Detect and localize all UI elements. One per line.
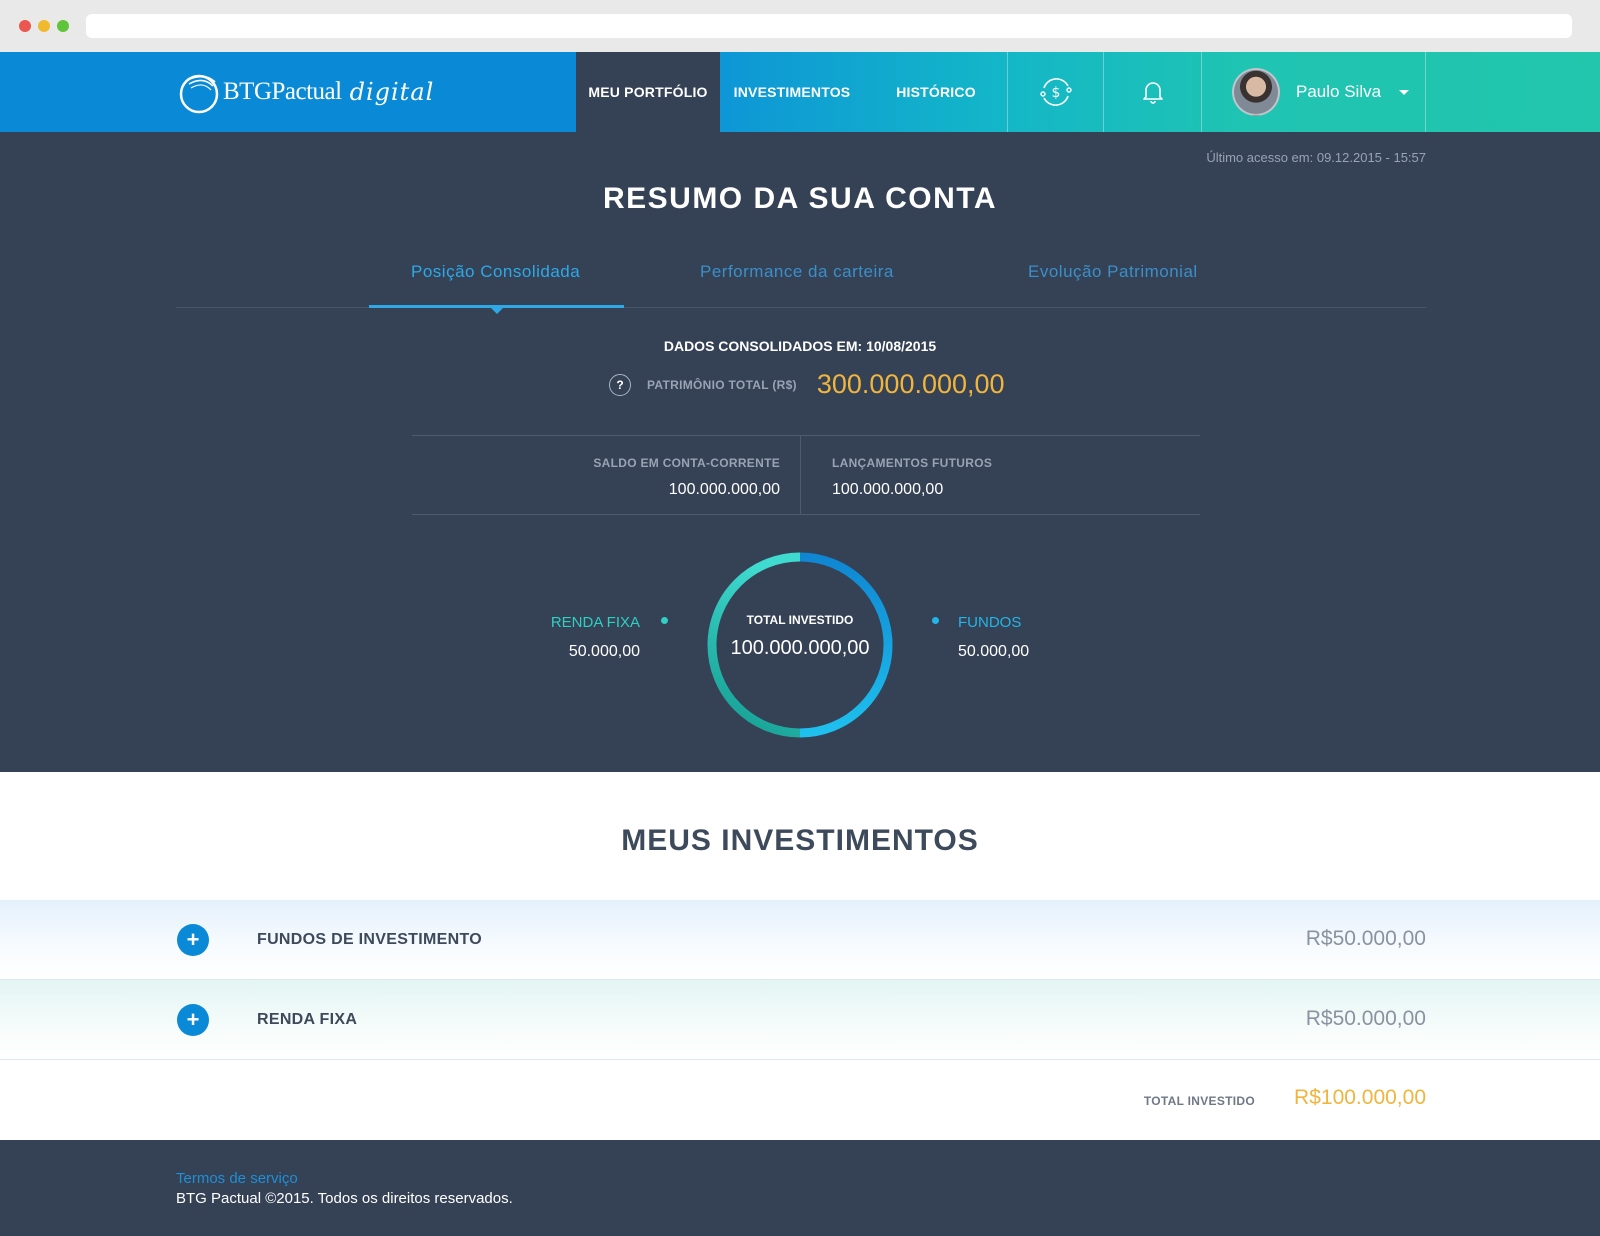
investment-row-renda-fixa[interactable]: + RENDA FIXA R$50.000,00	[0, 980, 1600, 1060]
patrimonio-total: ? PATRIMÔNIO TOTAL (R$) 300.000.000,00	[609, 369, 1005, 400]
legend-renda-fixa: RENDA FIXA 50.000,00	[551, 614, 640, 661]
bell-icon	[1142, 82, 1163, 104]
money-exchange-button[interactable]: $	[1007, 52, 1103, 132]
avatar	[1232, 68, 1280, 116]
account-summary: Último acesso em: 09.12.2015 - 15:57 RES…	[0, 132, 1600, 772]
balances-panel: SALDO EM CONTA-CORRENTE 100.000.000,00 L…	[412, 435, 1200, 515]
saldo-value: 100.000.000,00	[668, 481, 780, 498]
logo-text: BTGPactual	[223, 78, 342, 105]
donut-center-label: TOTAL INVESTIDO	[746, 613, 854, 627]
logo-mark-icon	[179, 74, 219, 114]
legend-fundos-value: 50.000,00	[958, 643, 1030, 660]
total-investido-label: TOTAL INVESTIDO	[1143, 1094, 1255, 1108]
saldo-conta-corrente: SALDO EM CONTA-CORRENTE 100.000.000,00	[593, 456, 780, 499]
footer: Termos de serviço BTG Pactual ©2015. Tod…	[0, 1140, 1600, 1236]
legend-renda-fixa-value: 50.000,00	[568, 643, 640, 660]
lancamentos-label: LANÇAMENTOS FUTUROS	[832, 456, 993, 470]
patrimonio-value: 300.000.000,00	[816, 369, 1005, 399]
help-icon[interactable]: ?	[609, 373, 631, 396]
donut-center-value: 100.000.000,00	[730, 637, 870, 659]
legend-renda-fixa-dot	[661, 617, 668, 624]
legend-renda-fixa-name: RENDA FIXA	[550, 614, 640, 631]
legend-fundos-dot	[932, 617, 939, 624]
logo-script: digital	[349, 78, 435, 106]
terms-link[interactable]: Termos de serviço	[176, 1170, 298, 1187]
patrimonio-label: PATRIMÔNIO TOTAL (R$)	[647, 377, 797, 392]
investment-name: FUNDOS DE INVESTIMENTO	[257, 931, 482, 948]
saldo-label: SALDO EM CONTA-CORRENTE	[593, 456, 780, 470]
page-title: RESUMO DA SUA CONTA	[602, 182, 998, 215]
money-exchange-icon: $	[1039, 78, 1072, 106]
minimize-window-button[interactable]	[38, 20, 50, 32]
notifications-button[interactable]	[1103, 52, 1201, 132]
maximize-window-button[interactable]	[57, 20, 69, 32]
user-name: Paulo Silva	[1296, 82, 1382, 101]
chevron-down-icon	[1399, 89, 1410, 95]
last-access: Último acesso em: 09.12.2015 - 15:57	[1206, 150, 1426, 165]
tabs-divider	[176, 307, 1426, 308]
tab-evolucao-patrimonial[interactable]: Evolução Patrimonial	[1028, 262, 1198, 282]
nav-meu-portfolio[interactable]: MEU PORTFÓLIO	[576, 52, 720, 132]
lancamentos-futuros: LANÇAMENTOS FUTUROS 100.000.000,00	[832, 456, 992, 499]
svg-text:$: $	[1051, 85, 1060, 101]
balances-divider	[800, 436, 801, 515]
close-window-button[interactable]	[19, 20, 31, 32]
active-tab-pointer	[491, 308, 503, 314]
investment-name: RENDA FIXA	[257, 1011, 358, 1028]
nav-historico[interactable]: HISTÓRICO	[864, 52, 1008, 132]
investment-value: R$50.000,00	[1305, 1007, 1426, 1030]
investment-row-fundos[interactable]: + FUNDOS DE INVESTIMENTO R$50.000,00	[0, 900, 1600, 980]
copyright: BTG Pactual ©2015. Todos os direitos res…	[176, 1190, 513, 1207]
address-bar[interactable]	[86, 14, 1572, 38]
total-investido-value: R$100.000,00	[1294, 1086, 1426, 1109]
investments-title: MEUS INVESTIMENTOS	[621, 824, 979, 857]
btg-pactual-logo[interactable]: BTGPactual digital	[177, 66, 434, 118]
meus-investimentos: MEUS INVESTIMENTOS + FUNDOS DE INVESTIME…	[0, 772, 1600, 1140]
tab-posicao-consolidada[interactable]: Posição Consolidada	[411, 262, 580, 282]
legend-fundos: FUNDOS 50.000,00	[958, 614, 1029, 661]
tab-performance-carteira[interactable]: Performance da carteira	[700, 262, 894, 282]
top-navigation: BTGPactual digital MEU PORTFÓLIO INVESTI…	[0, 52, 1600, 132]
expand-plus-icon[interactable]: +	[177, 924, 209, 956]
investment-value: R$50.000,00	[1305, 927, 1426, 950]
consolidated-date: DADOS CONSOLIDADOS EM: 10/08/2015	[663, 338, 937, 354]
expand-plus-icon[interactable]: +	[177, 1004, 209, 1036]
legend-fundos-name: FUNDOS	[958, 614, 1022, 631]
total-investido-donut: TOTAL INVESTIDO 100.000.000,00	[702, 547, 898, 743]
nav-investimentos[interactable]: INVESTIMENTOS	[720, 52, 864, 132]
user-menu[interactable]: Paulo Silva	[1201, 52, 1426, 132]
browser-chrome	[0, 0, 1600, 52]
lancamentos-value: 100.000.000,00	[832, 481, 944, 498]
